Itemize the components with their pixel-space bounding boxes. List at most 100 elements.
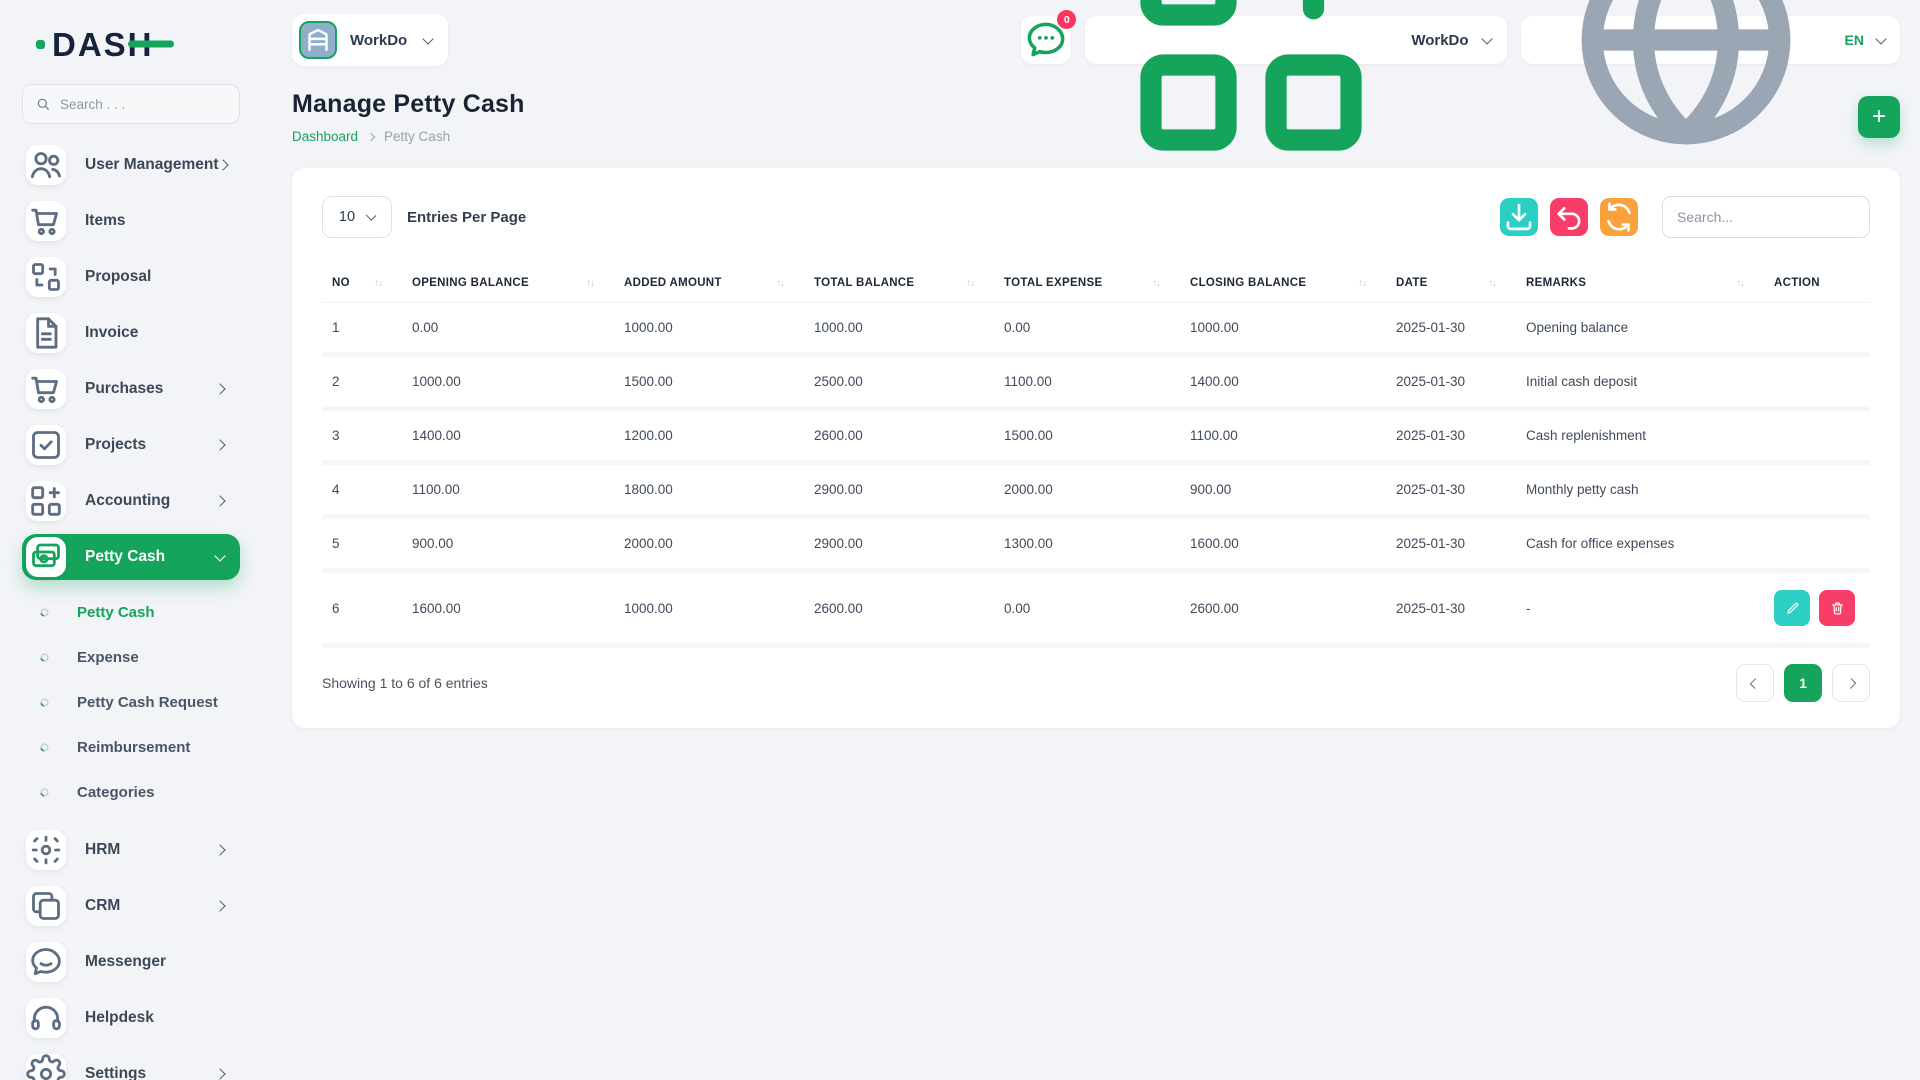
headset-icon	[26, 998, 66, 1038]
sidebar-item-invoice[interactable]: Invoice	[22, 310, 240, 356]
cell-added-amount: 2000.00	[614, 519, 804, 573]
sidebar-item-proposal[interactable]: Proposal	[22, 254, 240, 300]
cell-added-amount: 1000.00	[614, 303, 804, 357]
cell-action	[1764, 573, 1870, 648]
check-square-icon	[26, 425, 66, 465]
workspace-label: WorkDo	[350, 31, 408, 49]
column-header-no[interactable]: NO ↑↓	[322, 264, 402, 303]
messages-button[interactable]: 0	[1021, 10, 1077, 64]
cell-no: 4	[322, 465, 402, 519]
sidebar-subitem-categories[interactable]: Categories	[24, 770, 240, 815]
pagination-page-1[interactable]: 1	[1784, 664, 1822, 702]
globe-icon	[1536, 0, 1836, 190]
cash-icon	[26, 537, 66, 577]
app-switcher-button[interactable]: WorkDo	[1085, 0, 1507, 151]
sidebar-item-accounting[interactable]: Accounting	[22, 478, 240, 524]
cell-closing-balance: 1100.00	[1180, 411, 1386, 465]
cell-date: 2025-01-30	[1386, 573, 1516, 648]
column-header-added-amount[interactable]: ADDED AMOUNT ↑↓	[614, 264, 804, 303]
undo-button[interactable]	[1550, 198, 1588, 236]
pagination-next-button[interactable]	[1832, 664, 1870, 702]
sidebar-item-user-management[interactable]: User Management	[22, 142, 240, 188]
download-icon	[1500, 198, 1538, 236]
sort-icon: ↑↓	[586, 277, 595, 289]
language-selector[interactable]: EN	[1520, 0, 1900, 145]
edit-button[interactable]	[1774, 590, 1810, 626]
chevron-right-icon	[214, 439, 226, 451]
cell-total-expense: 1100.00	[994, 357, 1180, 411]
sidebar-item-label: Helpdesk	[85, 1009, 154, 1026]
sidebar-item-label: Accounting	[85, 492, 171, 509]
sidebar-subitem-petty-cash-request[interactable]: Petty Cash Request	[24, 680, 240, 725]
pagination-prev-button[interactable]	[1736, 664, 1774, 702]
sidebar-item-purchases[interactable]: Purchases	[22, 366, 240, 412]
cell-no: 6	[322, 573, 402, 648]
chat-icon	[26, 942, 66, 982]
export-button[interactable]	[1500, 198, 1538, 236]
cell-total-balance: 2500.00	[804, 357, 994, 411]
sidebar-subitem-expense[interactable]: Expense	[24, 635, 240, 680]
cell-closing-balance: 1600.00	[1180, 519, 1386, 573]
refresh-button[interactable]	[1600, 198, 1638, 236]
search-icon	[35, 96, 51, 112]
bullet-icon	[39, 742, 50, 753]
cell-added-amount: 1200.00	[614, 411, 804, 465]
invoice-icon	[26, 313, 66, 353]
cell-action	[1764, 303, 1870, 357]
undo-icon	[1550, 198, 1588, 236]
column-header-remarks[interactable]: REMARKS ↑↓	[1516, 264, 1764, 303]
grid-plus-icon	[26, 481, 66, 521]
workspace-switcher[interactable]: WorkDo	[292, 14, 449, 66]
cell-added-amount: 1800.00	[614, 465, 804, 519]
bullet-icon	[39, 787, 50, 798]
column-header-opening-balance[interactable]: OPENING BALANCE ↑↓	[402, 264, 614, 303]
brand-logo[interactable]: DASH	[36, 18, 240, 70]
breadcrumb-dashboard-link[interactable]: Dashboard	[292, 129, 358, 144]
chevron-right-icon	[214, 383, 226, 395]
showing-entries-text: Showing 1 to 6 of 6 entries	[322, 675, 488, 691]
column-header-closing-balance[interactable]: CLOSING BALANCE ↑↓	[1180, 264, 1386, 303]
cell-opening-balance: 900.00	[402, 519, 614, 573]
sidebar-item-items[interactable]: Items	[22, 198, 240, 244]
sidebar-subitem-reimbursement[interactable]: Reimbursement	[24, 725, 240, 770]
column-header-total-balance[interactable]: TOTAL BALANCE ↑↓	[804, 264, 994, 303]
main-area: WorkDo 0 WorkDo EN Manage Petty Cash Das…	[262, 0, 1920, 1080]
column-header-action: ACTION	[1764, 264, 1870, 303]
pencil-icon	[1784, 600, 1801, 617]
table-search-input[interactable]	[1662, 196, 1870, 238]
proposal-icon	[26, 257, 66, 297]
sidebar-item-helpdesk[interactable]: Helpdesk	[22, 995, 240, 1041]
cell-total-balance: 1000.00	[804, 303, 994, 357]
breadcrumb-current: Petty Cash	[384, 129, 451, 144]
sort-icon: ↑↓	[1488, 277, 1497, 289]
sidebar-item-label: Settings	[85, 1065, 147, 1080]
sidebar-item-petty-cash[interactable]: Petty Cash	[22, 534, 240, 580]
cell-date: 2025-01-30	[1386, 357, 1516, 411]
sidebar-item-messenger[interactable]: Messenger	[22, 939, 240, 985]
cell-action	[1764, 519, 1870, 573]
cell-action	[1764, 465, 1870, 519]
chevron-right-icon	[1845, 677, 1857, 689]
column-header-date[interactable]: DATE ↑↓	[1386, 264, 1516, 303]
sidebar-item-label: Projects	[85, 436, 147, 453]
sidebar-item-crm[interactable]: CRM	[22, 883, 240, 929]
cell-total-expense: 1300.00	[994, 519, 1180, 573]
sort-icon: ↑↓	[374, 277, 383, 289]
entries-per-page-select[interactable]: 10	[322, 196, 392, 238]
chevron-down-icon	[1480, 32, 1493, 45]
column-header-total-expense[interactable]: TOTAL EXPENSE ↑↓	[994, 264, 1180, 303]
chevron-down-icon	[422, 32, 434, 45]
cell-no: 1	[322, 303, 402, 357]
sidebar-item-label: CRM	[85, 897, 121, 914]
sidebar-search-input[interactable]	[60, 96, 227, 112]
cell-remarks: Monthly petty cash	[1516, 465, 1764, 519]
cell-no: 2	[322, 357, 402, 411]
add-petty-cash-button[interactable]: +	[1858, 96, 1900, 138]
cart-icon	[26, 369, 66, 409]
sidebar-item-projects[interactable]: Projects	[22, 422, 240, 468]
delete-button[interactable]	[1819, 590, 1855, 626]
sidebar-subitem-petty-cash[interactable]: Petty Cash	[24, 590, 240, 635]
sort-icon: ↑↓	[1736, 277, 1745, 289]
sidebar-item-settings[interactable]: Settings	[22, 1051, 240, 1080]
sidebar-item-hrm[interactable]: HRM	[22, 827, 240, 873]
